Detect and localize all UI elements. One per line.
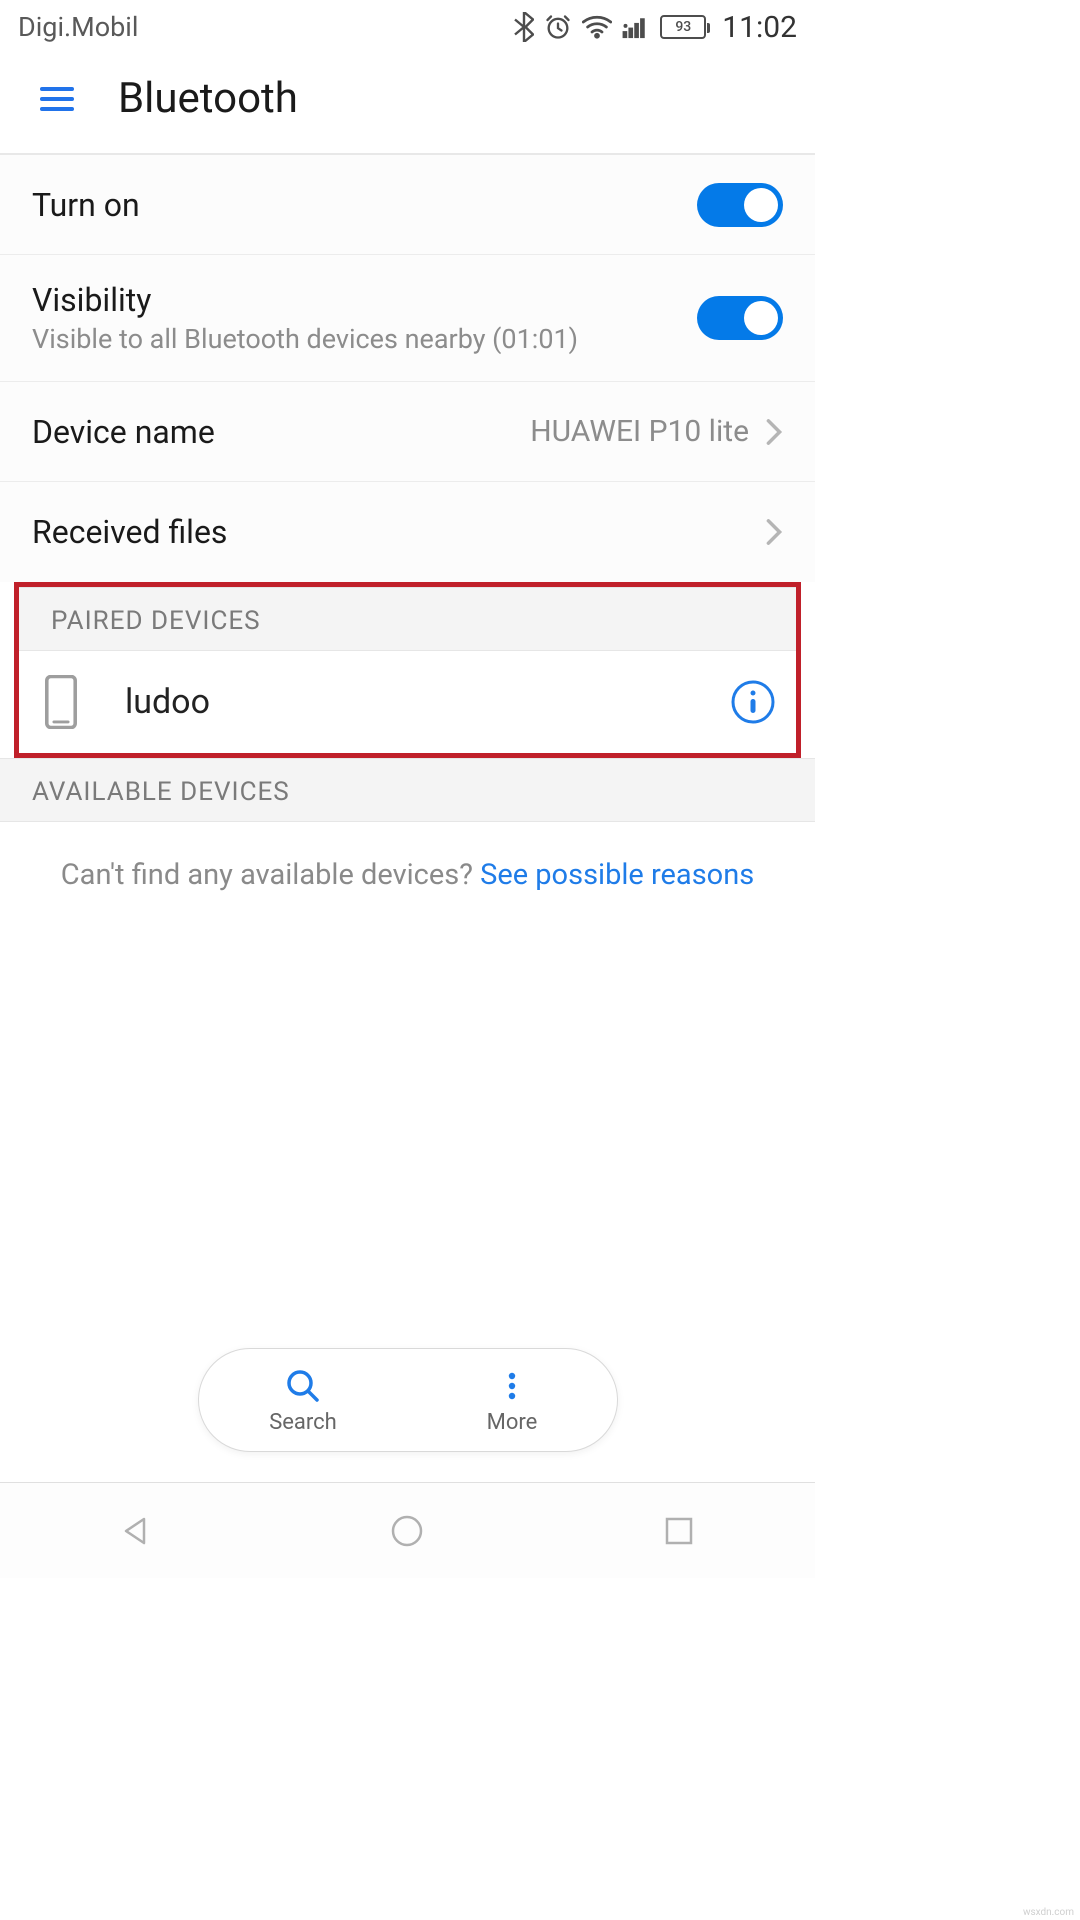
search-icon	[283, 1366, 323, 1406]
paired-device-name: ludoo	[125, 682, 684, 722]
chevron-right-icon	[765, 418, 783, 446]
turn-on-switch[interactable]	[697, 183, 783, 227]
chevron-right-icon	[765, 518, 783, 546]
status-icons: 93 11:02	[514, 10, 797, 45]
device-name-row[interactable]: Device name HUAWEI P10 lite	[0, 382, 815, 482]
device-name-label: Device name	[32, 413, 530, 451]
visibility-row[interactable]: Visibility Visible to all Bluetooth devi…	[0, 255, 815, 382]
battery-icon: 93	[660, 15, 706, 39]
wifi-icon	[582, 15, 612, 39]
clock-label: 11:02	[722, 10, 797, 45]
more-button[interactable]: More	[408, 1366, 617, 1435]
action-pill: Search More	[198, 1348, 618, 1452]
visibility-label: Visibility	[32, 281, 697, 319]
bluetooth-icon	[514, 12, 534, 42]
nav-bar	[0, 1482, 815, 1578]
back-icon[interactable]	[116, 1511, 156, 1551]
page-title: Bluetooth	[118, 74, 298, 123]
turn-on-row[interactable]: Turn on	[0, 155, 815, 255]
status-bar: Digi.Mobil 93 11:02	[0, 0, 815, 52]
visibility-switch[interactable]	[697, 296, 783, 340]
search-label: Search	[269, 1410, 337, 1435]
visibility-sub: Visible to all Bluetooth devices nearby …	[32, 323, 697, 355]
watermark: wsxdn.com	[1023, 1907, 1074, 1918]
paired-highlight: PAIRED DEVICES ludoo	[14, 582, 801, 758]
battery-percent: 93	[675, 19, 691, 35]
hint-link[interactable]: See possible reasons	[480, 858, 754, 892]
paired-header: PAIRED DEVICES	[19, 587, 796, 651]
device-name-value: HUAWEI P10 lite	[530, 414, 749, 449]
paired-device-row[interactable]: ludoo	[19, 651, 796, 753]
alarm-icon	[544, 13, 572, 41]
more-label: More	[487, 1410, 538, 1435]
home-icon[interactable]	[387, 1511, 427, 1551]
signal-icon	[622, 15, 650, 39]
app-header: Bluetooth	[0, 52, 815, 155]
received-files-label: Received files	[32, 513, 765, 551]
search-button[interactable]: Search	[199, 1366, 408, 1435]
available-header: AVAILABLE DEVICES	[0, 758, 815, 822]
recent-icon[interactable]	[659, 1511, 699, 1551]
more-icon	[492, 1366, 532, 1406]
carrier-label: Digi.Mobil	[18, 11, 138, 43]
received-files-row[interactable]: Received files	[0, 482, 815, 582]
available-hint: Can't find any available devices? See po…	[0, 822, 815, 928]
phone-icon	[43, 675, 79, 729]
turn-on-label: Turn on	[32, 186, 697, 224]
empty-space	[0, 928, 815, 1348]
hint-prefix: Can't find any available devices?	[61, 858, 480, 892]
settings-list: Turn on Visibility Visible to all Blueto…	[0, 155, 815, 582]
menu-icon[interactable]	[40, 87, 74, 111]
info-icon[interactable]	[730, 679, 776, 725]
